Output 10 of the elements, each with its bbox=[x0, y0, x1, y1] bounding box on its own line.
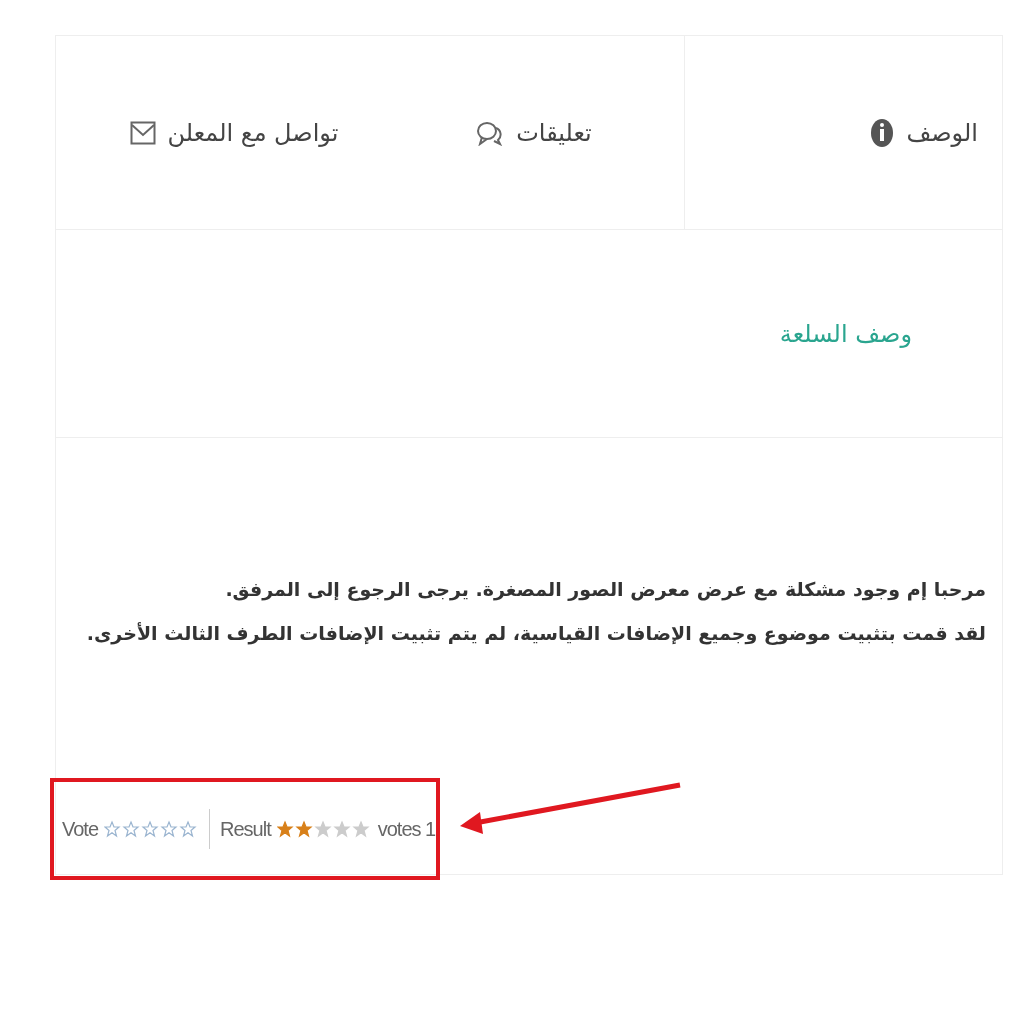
vote-label: Vote bbox=[62, 817, 99, 841]
vote-stars[interactable] bbox=[104, 818, 200, 840]
envelope-icon bbox=[129, 120, 156, 145]
section-title: وصف السلعة bbox=[779, 319, 912, 348]
votes-count: votes 1 bbox=[377, 817, 436, 841]
speech-bubbles-icon bbox=[476, 119, 505, 146]
description-text: لقد قمت بتثبيت موضوع وجميع الإضافات القياسية، لم يتم تثبيت الإضافات الطرف الثالث الأخرى. bbox=[85, 622, 986, 644]
description-text: مرحبا إم وجود مشكلة مع عرض معرض الصور المصغرة. يرجى الرجوع إلى المرفق. bbox=[224, 578, 986, 600]
info-icon bbox=[870, 117, 895, 148]
result-label: Result bbox=[220, 817, 271, 841]
